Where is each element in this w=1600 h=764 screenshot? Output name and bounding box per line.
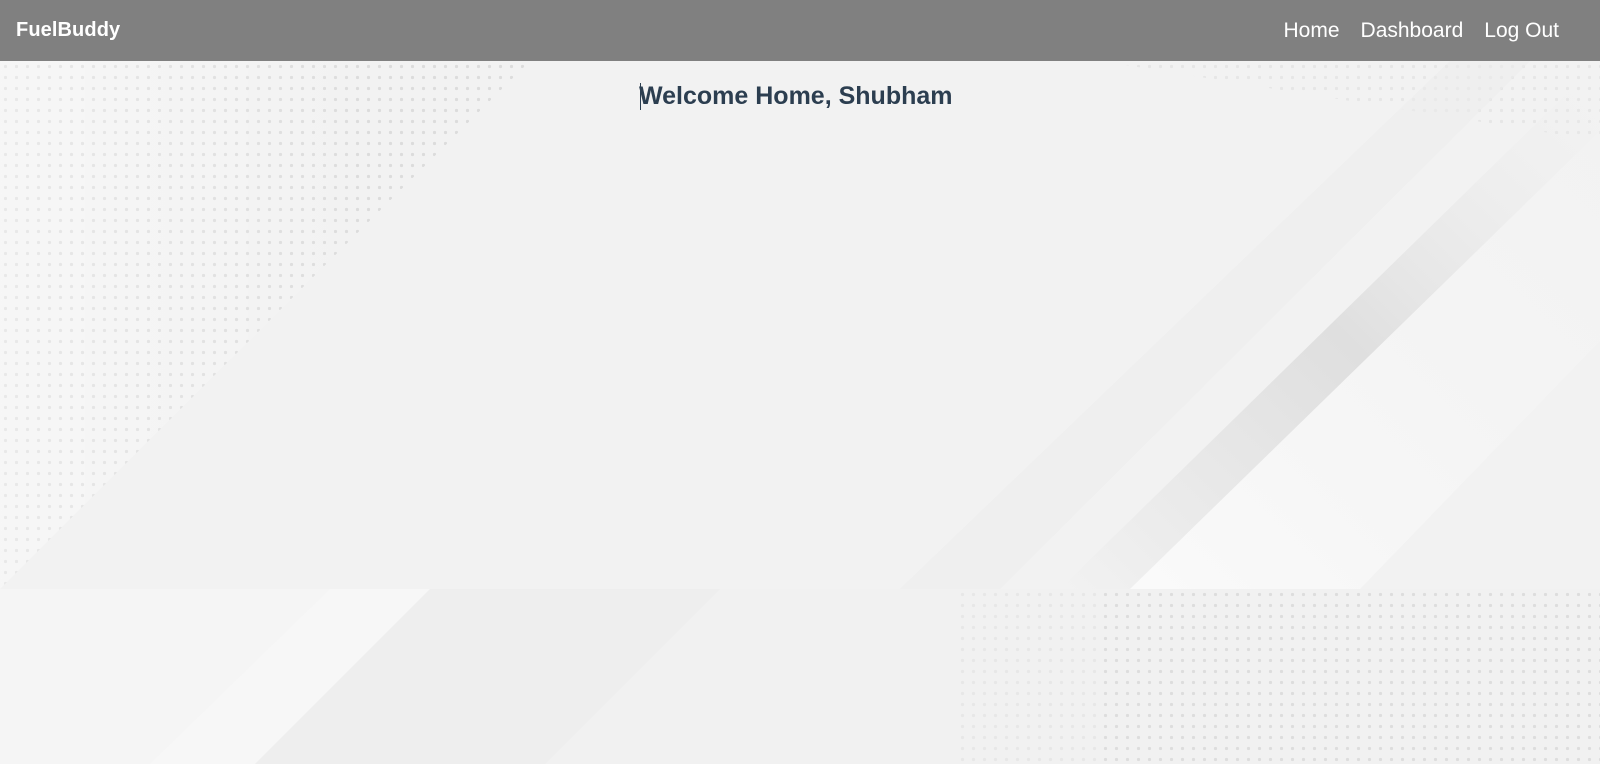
nav-link-logout[interactable]: Log Out — [1484, 19, 1559, 43]
abstract-background — [0, 61, 1600, 764]
background-graphic — [0, 61, 1600, 764]
nav-links: Home Dashboard Log Out — [1284, 19, 1560, 43]
welcome-heading: Welcome Home, Shubham — [639, 82, 953, 110]
brand-logo-link[interactable]: FuelBuddy — [16, 19, 120, 42]
nav-link-home[interactable]: Home — [1284, 19, 1340, 43]
nav-link-dashboard[interactable]: Dashboard — [1361, 19, 1464, 43]
top-navbar: FuelBuddy Home Dashboard Log Out — [0, 0, 1600, 61]
